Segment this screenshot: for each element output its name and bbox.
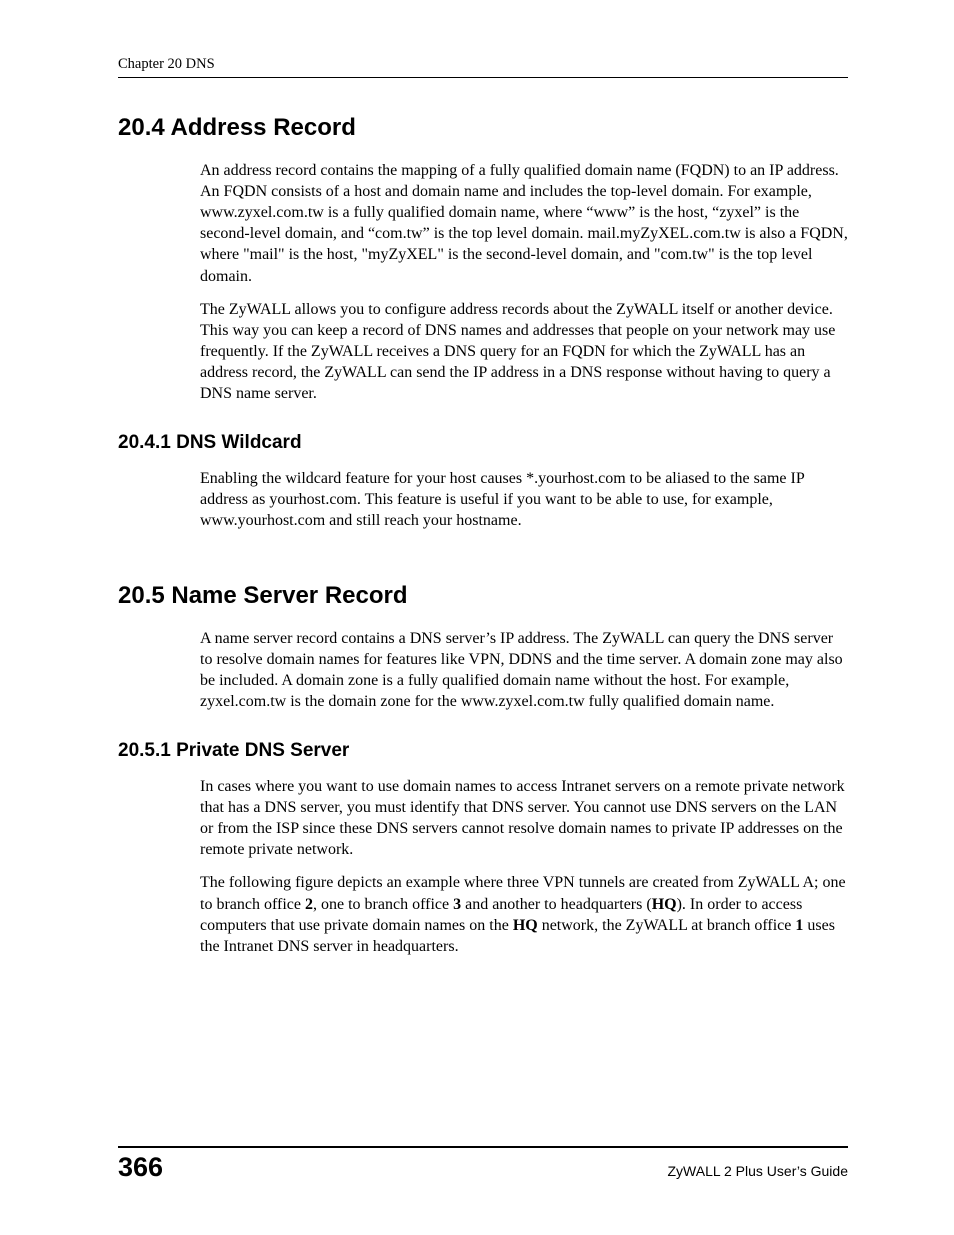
- bold-run: 2: [305, 896, 313, 913]
- header-rule: [118, 77, 848, 78]
- footer-rule: [118, 1146, 848, 1148]
- page-footer: 366 ZyWALL 2 Plus User’s Guide: [118, 1146, 848, 1183]
- para-20-5-1: A name server record contains a DNS serv…: [200, 628, 848, 712]
- para-20-4-1: An address record contains the mapping o…: [200, 160, 848, 287]
- heading-20-4-1: 20.4.1 DNS Wildcard: [118, 432, 848, 454]
- text-run: , one to branch office: [313, 896, 453, 913]
- para-20-5-1-2: The following figure depicts an example …: [200, 872, 848, 956]
- bold-run: HQ: [513, 917, 538, 934]
- text-run: network, the ZyWALL at branch office: [538, 917, 796, 934]
- bold-run: HQ: [652, 896, 677, 913]
- heading-20-4: 20.4 Address Record: [118, 114, 848, 142]
- para-20-5-1-1: In cases where you want to use domain na…: [200, 776, 848, 860]
- heading-20-5-1: 20.5.1 Private DNS Server: [118, 740, 848, 762]
- para-20-4-2: The ZyWALL allows you to configure addre…: [200, 299, 848, 405]
- running-header: Chapter 20 DNS: [118, 56, 848, 73]
- page-number: 366: [118, 1152, 163, 1183]
- heading-20-5: 20.5 Name Server Record: [118, 582, 848, 610]
- guide-title: ZyWALL 2 Plus User’s Guide: [667, 1163, 848, 1183]
- para-20-4-1-1: Enabling the wildcard feature for your h…: [200, 468, 848, 531]
- text-run: and another to headquarters (: [461, 896, 652, 913]
- bold-run: 3: [453, 896, 461, 913]
